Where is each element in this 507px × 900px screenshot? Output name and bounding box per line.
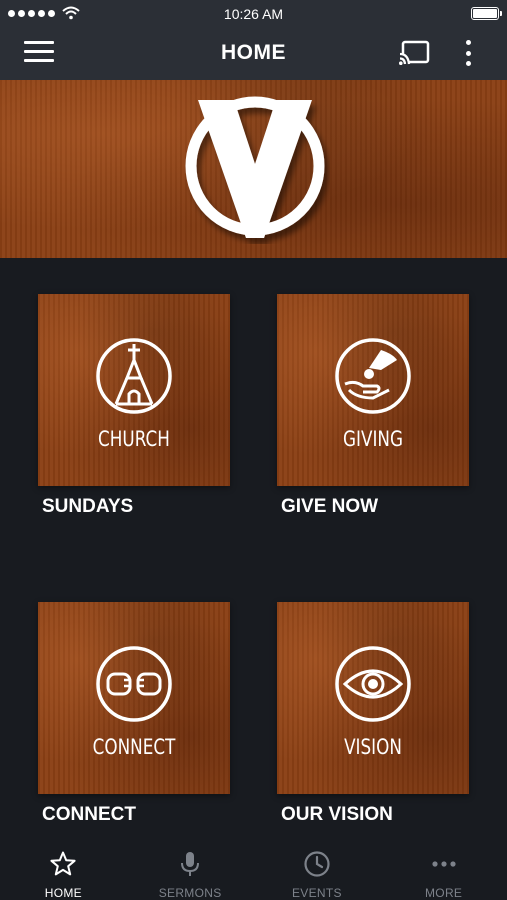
app-bar: HOME xyxy=(0,28,507,80)
nav-label: EVENTS xyxy=(291,886,342,900)
nav-home[interactable]: HOME xyxy=(0,836,127,900)
nav-label: MORE xyxy=(425,886,463,900)
clock-icon xyxy=(304,851,330,877)
battery-icon xyxy=(471,7,502,20)
tile-vision[interactable]: VISION xyxy=(277,602,469,794)
cast-icon[interactable] xyxy=(398,40,430,66)
more-dots-icon xyxy=(432,861,456,867)
tile-label: VISION xyxy=(344,735,402,759)
church-logo xyxy=(185,96,325,238)
tile-giving[interactable]: GIVING xyxy=(277,294,469,486)
more-options-icon[interactable] xyxy=(462,38,474,68)
status-time: 10:26 AM xyxy=(223,6,284,22)
status-bar: 10:26 AM xyxy=(0,0,507,28)
tile-church-group: CHURCH SUNDAYS xyxy=(38,294,230,518)
microphone-icon xyxy=(181,852,200,876)
tile-church[interactable]: CHURCH xyxy=(38,294,230,486)
tile-label: CHURCH xyxy=(98,427,170,451)
giving-hands-icon xyxy=(335,338,411,414)
tile-connect[interactable]: CONNECT xyxy=(38,602,230,794)
nav-sermons[interactable]: SERMONS xyxy=(127,836,254,900)
banner xyxy=(0,80,507,258)
fist-bump-icon xyxy=(96,646,172,722)
tile-caption[interactable]: OUR VISION xyxy=(277,804,469,826)
tile-caption[interactable]: GIVE NOW xyxy=(277,496,469,518)
nav-more[interactable]: MORE xyxy=(380,836,507,900)
tile-label: CONNECT xyxy=(92,735,176,759)
page-title: HOME xyxy=(221,41,286,64)
nav-label: HOME xyxy=(44,886,82,900)
tile-caption[interactable]: SUNDAYS xyxy=(38,496,230,518)
tile-label: GIVING xyxy=(342,427,403,451)
tile-caption[interactable]: CONNECT xyxy=(38,804,230,826)
wifi-icon xyxy=(62,6,80,20)
signal-strength-icon xyxy=(8,6,80,20)
tile-giving-group: GIVING GIVE NOW xyxy=(277,294,469,518)
tile-vision-group: VISION OUR VISION xyxy=(277,602,469,826)
bottom-nav: HOME SERMONS EVENTS MORE xyxy=(0,836,507,900)
church-icon xyxy=(96,338,172,414)
eye-icon xyxy=(335,646,411,722)
tile-connect-group: CONNECT CONNECT xyxy=(38,602,230,826)
nav-label: SERMONS xyxy=(158,886,222,900)
nav-events[interactable]: EVENTS xyxy=(254,836,381,900)
star-icon xyxy=(50,851,76,876)
